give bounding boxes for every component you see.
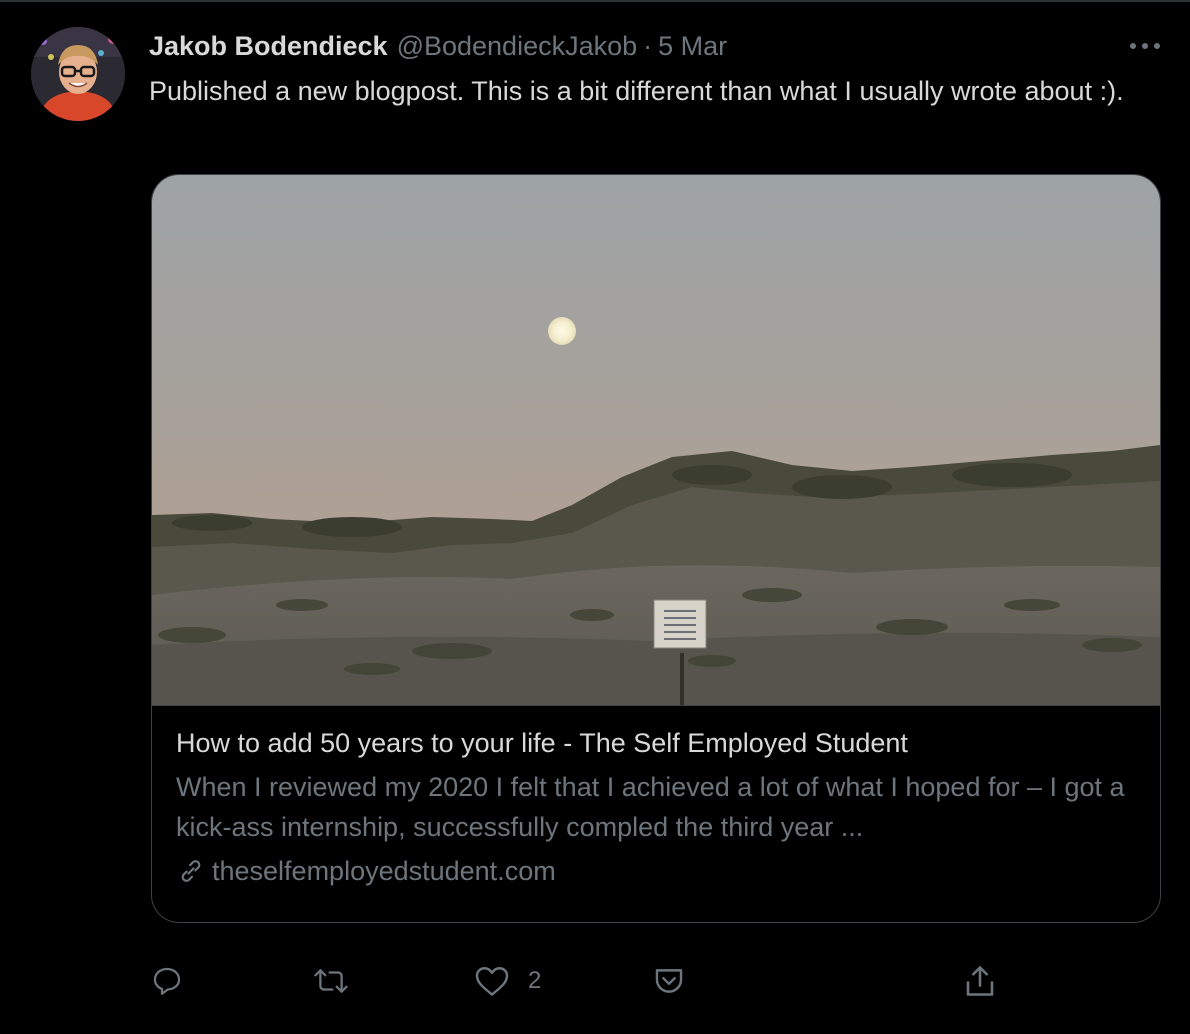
card-text: How to add 50 years to your life - The S… [176, 723, 1144, 891]
header-separator: · [643, 30, 653, 61]
share-icon[interactable] [962, 955, 998, 1007]
avatar-photo [31, 27, 125, 121]
card-title: How to add 50 years to your life - The S… [176, 728, 908, 758]
card-image[interactable] [152, 175, 1160, 706]
link-icon [176, 856, 206, 886]
more-horizontal-icon[interactable] [1125, 26, 1165, 66]
link-preview-card[interactable]: How to add 50 years to your life - The S… [151, 174, 1161, 923]
reply-icon[interactable] [150, 955, 184, 1007]
tweet-actions: 2 [0, 955, 1190, 1007]
moon-over-dunes-image [152, 175, 1160, 705]
card-domain-row: theselfemployedstudent.com [176, 851, 1144, 891]
author-avatar[interactable] [31, 27, 125, 121]
card-description: When I reviewed my 2020 I felt that I ac… [176, 772, 1125, 842]
top-divider [0, 0, 1190, 2]
pocket-icon[interactable] [652, 955, 686, 1007]
like-button[interactable]: 2 [474, 955, 541, 1007]
tweet-body: Jakob Bodendieck @BodendieckJakob · 5 Ma… [149, 26, 1160, 111]
heart-icon [474, 964, 510, 998]
retweet-icon[interactable] [312, 955, 350, 1007]
like-count: 2 [528, 967, 542, 994]
tweet-text: Published a new blogpost. This is a bit … [149, 76, 1124, 106]
author-handle[interactable]: @BodendieckJakob [397, 31, 638, 62]
tweet-header: Jakob Bodendieck @BodendieckJakob · 5 Ma… [149, 26, 1160, 66]
card-domain: theselfemployedstudent.com [212, 856, 556, 886]
tweet-date[interactable]: 5 Mar [658, 31, 727, 62]
author-name[interactable]: Jakob Bodendieck [149, 31, 388, 62]
